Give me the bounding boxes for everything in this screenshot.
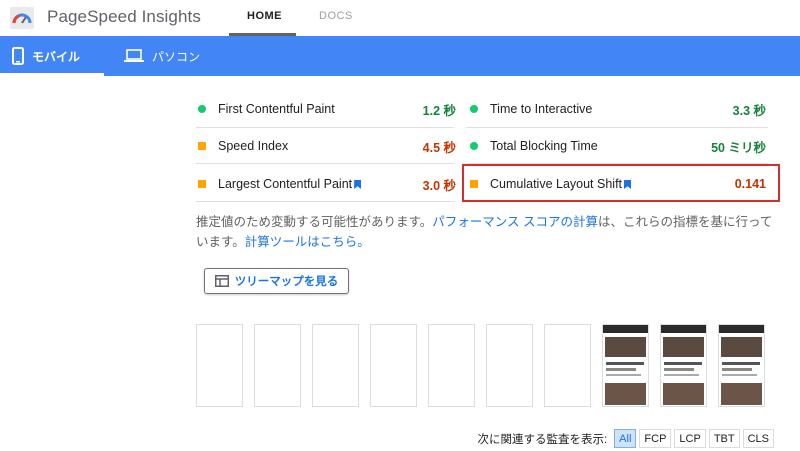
tab-mobile[interactable]: モバイル bbox=[12, 36, 80, 76]
filmstrip-frame-loaded bbox=[602, 324, 649, 407]
device-tab-active-indicator bbox=[0, 73, 104, 76]
metric-fcp: First Contentful Paint 1.2 秒 bbox=[198, 91, 456, 127]
metric-tbt: Total Blocking Time 50 ミリ秒 bbox=[470, 128, 766, 164]
view-treemap-label: ツリーマップを見る bbox=[234, 276, 339, 288]
filter-chip-cls[interactable]: CLS bbox=[742, 429, 774, 448]
filter-chip-fcp[interactable]: FCP bbox=[639, 429, 672, 448]
good-indicator-icon bbox=[470, 105, 478, 113]
filmstrip-frame bbox=[428, 324, 475, 407]
metric-label: First Contentful Paint bbox=[218, 102, 335, 116]
calculator-link[interactable]: 計算ツールはこちら。 bbox=[245, 235, 370, 249]
metric-label-text: Largest Contentful Paint bbox=[218, 177, 353, 191]
tab-desktop-label: パソコン bbox=[152, 49, 201, 64]
metric-lcp: Largest Contentful Paint 3.0 秒 bbox=[198, 166, 456, 202]
tab-desktop[interactable]: パソコン bbox=[124, 36, 200, 76]
app-title: PageSpeed Insights bbox=[47, 7, 201, 26]
top-app-bar: PageSpeed Insights HOME DOCS bbox=[0, 0, 800, 36]
device-tab-bar: モバイル パソコン bbox=[0, 36, 800, 76]
score-calculation-link[interactable]: パフォーマンス スコアの計算 bbox=[432, 215, 598, 229]
filter-chip-lcp[interactable]: LCP bbox=[674, 429, 706, 448]
metric-label: Largest Contentful Paint bbox=[218, 177, 423, 191]
nav-tab-home[interactable]: HOME bbox=[247, 10, 282, 22]
filmstrip-frame-loaded bbox=[718, 324, 765, 407]
filmstrip-frame-loaded bbox=[660, 324, 707, 407]
audit-filter: 次に関連する監査を表示: All FCP LCP TBT CLS bbox=[477, 429, 774, 448]
filter-chip-all[interactable]: All bbox=[614, 429, 637, 448]
view-treemap-button[interactable]: ツリーマップを見る bbox=[204, 268, 349, 294]
good-indicator-icon bbox=[470, 142, 478, 150]
metric-label: Time to Interactive bbox=[490, 102, 593, 116]
estimate-note: 推定値のため変動する可能性があります。パフォーマンス スコアの計算は、これらの指… bbox=[196, 212, 780, 252]
filter-chip-tbt[interactable]: TBT bbox=[708, 429, 740, 448]
tab-mobile-label: モバイル bbox=[32, 49, 81, 64]
smartphone-icon bbox=[12, 47, 24, 65]
laptop-icon bbox=[124, 49, 144, 62]
metric-value: 4.5 秒 bbox=[422, 140, 456, 155]
filmstrip-frame bbox=[196, 324, 243, 407]
metric-tti: Time to Interactive 3.3 秒 bbox=[470, 91, 766, 127]
average-indicator-icon bbox=[198, 180, 206, 188]
metric-value: 3.3 秒 bbox=[732, 103, 766, 118]
audit-filter-label: 次に関連する監査を表示: bbox=[477, 433, 608, 446]
good-indicator-icon bbox=[198, 105, 206, 113]
filmstrip-frame bbox=[370, 324, 417, 407]
filmstrip-frame bbox=[312, 324, 359, 407]
treemap-icon bbox=[214, 275, 229, 287]
pagespeed-logo-icon[interactable] bbox=[10, 7, 34, 29]
nav-tab-docs[interactable]: DOCS bbox=[319, 10, 353, 22]
note-text: 推定値のため変動する可能性があります。 bbox=[196, 215, 433, 229]
metric-si: Speed Index 4.5 秒 bbox=[198, 128, 456, 164]
metric-value: 3.0 秒 bbox=[422, 178, 456, 193]
filmstrip-frame bbox=[544, 324, 591, 407]
filmstrip-frame bbox=[486, 324, 533, 407]
average-indicator-icon bbox=[198, 142, 206, 150]
metric-label: Total Blocking Time bbox=[490, 139, 598, 153]
cls-highlight-box bbox=[462, 164, 780, 202]
filmstrip-frame bbox=[254, 324, 301, 407]
bookmark-icon bbox=[354, 180, 362, 189]
metric-label: Speed Index bbox=[218, 139, 289, 153]
metric-value: 1.2 秒 bbox=[422, 103, 456, 118]
metric-value: 50 ミリ秒 bbox=[711, 140, 766, 155]
